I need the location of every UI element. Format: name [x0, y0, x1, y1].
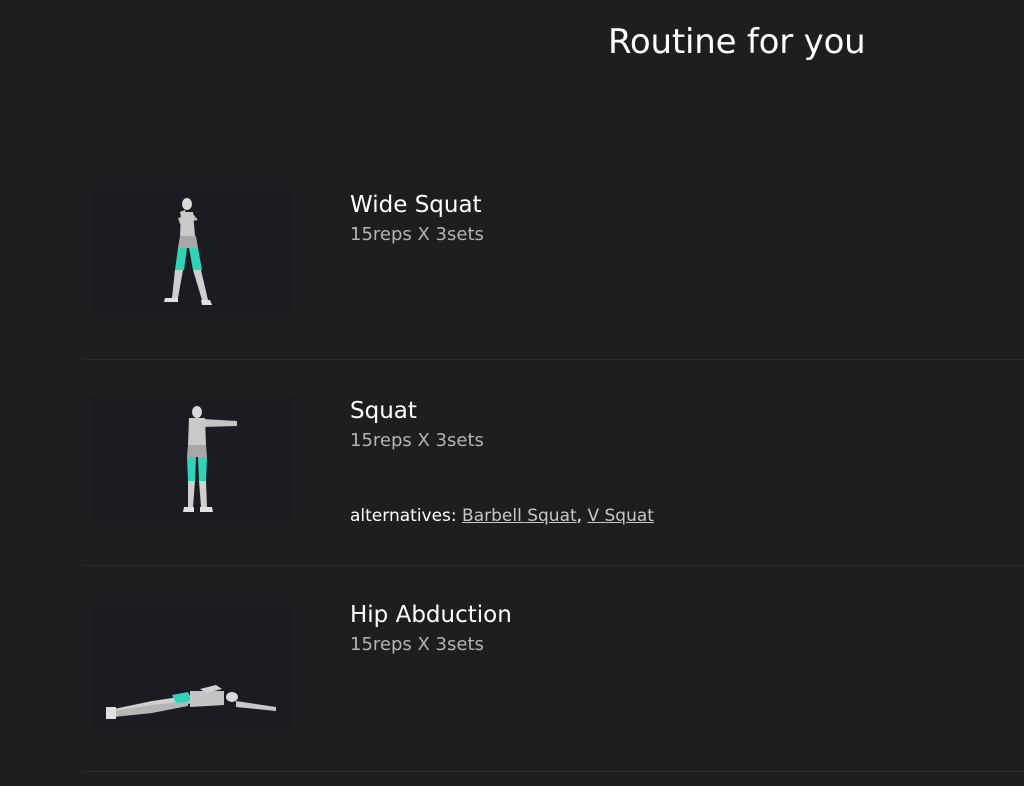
exercise-reps: 15reps X 3sets — [350, 430, 484, 451]
alternatives-separator: , — [576, 506, 588, 526]
exercise-name[interactable]: Hip Abduction — [350, 601, 1024, 629]
exercise-reps: 15reps X 3sets — [350, 634, 484, 655]
exercise-item-hip-abduction[interactable]: Hip Abduction 15reps X 3sets — [84, 565, 1024, 772]
hip-abduction-figure-icon — [106, 685, 276, 719]
wide-squat-figure-icon — [164, 198, 212, 305]
alternatives-label: alternatives: — [350, 506, 463, 526]
alternatives-row: alternatives: Barbell Squat, V Squat — [350, 505, 654, 527]
exercise-thumbnail[interactable] — [92, 603, 292, 727]
exercise-info: Hip Abduction 15reps X 3sets — [350, 601, 1024, 656]
exercise-name[interactable]: Wide Squat — [350, 191, 1024, 219]
exercise-item-wide-squat[interactable]: Wide Squat 15reps X 3sets — [84, 153, 1024, 360]
exercise-thumbnail[interactable] — [92, 188, 292, 312]
exercise-item-squat[interactable]: Squat 15reps X 3sets alternatives: Barbe… — [84, 359, 1024, 566]
exercise-thumbnail[interactable] — [92, 397, 292, 521]
squat-figure-icon — [183, 406, 237, 512]
alternative-link-v-squat[interactable]: V Squat — [587, 506, 653, 526]
routine-page: Routine for you Wide Squat 15reps X 3set… — [0, 0, 1024, 786]
page-title: Routine for you — [608, 22, 866, 62]
exercise-reps: 15reps X 3sets — [350, 224, 484, 245]
exercise-info: Squat 15reps X 3sets — [350, 397, 1024, 452]
alternative-link-barbell-squat[interactable]: Barbell Squat — [462, 506, 577, 526]
exercise-name[interactable]: Squat — [350, 397, 1024, 425]
exercise-info: Wide Squat 15reps X 3sets — [350, 191, 1024, 246]
